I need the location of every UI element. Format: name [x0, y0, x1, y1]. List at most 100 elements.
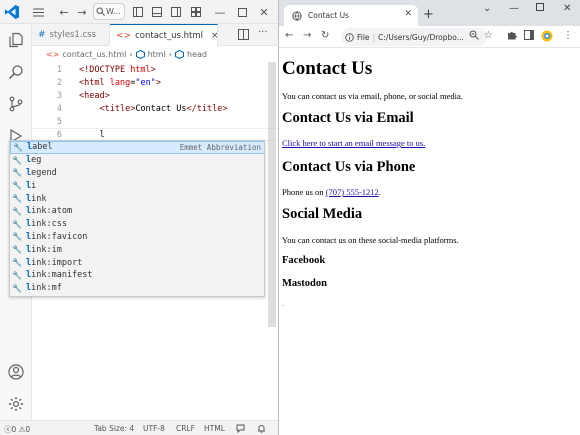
wrench-icon: 🔧	[12, 194, 22, 204]
wrench-icon: 🔧	[13, 142, 23, 152]
eol-status[interactable]: CRLF	[176, 424, 195, 433]
wrench-icon: 🔧	[12, 206, 22, 216]
suggestion-label: link:import	[26, 257, 83, 268]
address-bar[interactable]: File | C:/Users/Guy/Dropbo...	[341, 28, 487, 46]
maximize-icon[interactable]	[234, 4, 250, 20]
code-line[interactable]: 3 <head>	[32, 89, 278, 102]
code-line[interactable]: 4 <title>Contact Us</title>	[32, 102, 278, 115]
split-editor-icon[interactable]	[238, 29, 249, 43]
suggestion-label: link:manifest	[26, 270, 93, 281]
extensions-puzzle-icon[interactable]	[507, 30, 517, 43]
phone-suffix: .	[378, 187, 381, 197]
close-window-icon[interactable]: ✕	[563, 3, 571, 14]
maximize-icon[interactable]	[536, 3, 544, 14]
notifications-bell-icon[interactable]	[257, 424, 266, 435]
facebook-heading: Facebook	[282, 255, 326, 266]
code-text: <head>	[79, 90, 110, 101]
scheme-label: File	[357, 32, 370, 42]
wrench-icon: 🔧	[12, 155, 22, 165]
more-menu-icon[interactable]: ⋮	[563, 30, 573, 41]
back-arrow-icon[interactable]: ←	[56, 4, 72, 20]
settings-gear-icon[interactable]	[6, 394, 26, 414]
search-icon[interactable]	[6, 62, 26, 82]
search-icon	[96, 7, 105, 16]
code-text: <html lang="en">	[79, 77, 161, 88]
close-tab-icon[interactable]: ✕	[404, 9, 412, 19]
suggestion-item[interactable]: 🔧 link:css	[10, 218, 264, 231]
browser-tab-contact-us[interactable]: Contact Us ✕	[284, 5, 418, 26]
errors-status[interactable]: ⓧ0 ⚠0	[4, 424, 30, 435]
breadcrumb-item-head[interactable]: head	[187, 50, 207, 59]
tab-search-icon[interactable]: ⌄	[483, 3, 491, 14]
command-center-search[interactable]: W...	[93, 3, 125, 20]
breadcrumb-sep: ›	[168, 49, 172, 59]
wrench-icon: 🔧	[12, 245, 22, 255]
forward-arrow-icon[interactable]: →	[303, 30, 311, 41]
wrench-icon: 🔧	[12, 232, 22, 242]
line-number: 3	[56, 90, 62, 101]
suggestion-label: li	[26, 180, 37, 191]
layout-secondary-icon[interactable]	[168, 4, 184, 20]
breadcrumb-item-html[interactable]: html	[148, 50, 166, 59]
trailing-dot: .	[282, 298, 285, 308]
breadcrumb-file[interactable]: contact_us.html	[62, 50, 126, 59]
suggestion-item[interactable]: 🔧 link:atom	[10, 205, 264, 218]
suggestion-label: link:im	[26, 244, 62, 255]
line-number: 2	[56, 77, 62, 88]
info-icon	[345, 32, 354, 42]
phone-link[interactable]: (707) 555-1212	[326, 187, 379, 197]
side-panel-icon[interactable]	[524, 30, 534, 43]
browser-tabstrip: Contact Us ✕ + ⌄ — ✕	[279, 0, 580, 26]
suggestion-item[interactable]: 🔧 link	[10, 192, 264, 205]
layout-sidebar-icon[interactable]	[130, 4, 146, 20]
bookmark-star-icon[interactable]: ☆	[484, 30, 493, 41]
minimize-icon[interactable]: —	[212, 4, 228, 20]
back-arrow-icon[interactable]: ←	[285, 30, 293, 41]
suggestion-item[interactable]: 🔧 li	[10, 179, 264, 192]
email-link[interactable]: Click here to start an email message to …	[282, 138, 425, 148]
tab-label: styles1.css	[49, 30, 96, 40]
tab-size-status[interactable]: Tab Size: 4	[94, 424, 134, 433]
menu-icon[interactable]	[30, 4, 46, 20]
suggestion-item[interactable]: 🔧 link:mf	[10, 282, 264, 295]
source-control-icon[interactable]	[6, 94, 26, 114]
suggestion-item[interactable]: 🔧 leg	[10, 154, 264, 167]
code-line[interactable]: 1 <!DOCTYPE html>	[32, 63, 278, 76]
more-actions-icon[interactable]: ···	[258, 27, 268, 38]
tab-styles1-css[interactable]: # styles1.css	[32, 24, 110, 46]
wrench-icon: 🔧	[12, 181, 22, 191]
wrench-icon: 🔧	[12, 258, 22, 268]
layout-panel-icon[interactable]	[149, 4, 165, 20]
code-line[interactable]: 2 <html lang="en">	[32, 76, 278, 89]
close-window-icon[interactable]: ✕	[256, 4, 272, 20]
forward-arrow-icon[interactable]: →	[74, 4, 90, 20]
reload-icon[interactable]: ↻	[321, 30, 329, 41]
encoding-status[interactable]: UTF-8	[143, 424, 165, 433]
feedback-icon[interactable]	[236, 424, 245, 435]
language-status[interactable]: HTML	[204, 424, 225, 433]
line-number: 5	[56, 116, 62, 127]
profile-avatar[interactable]	[541, 30, 553, 45]
browser-tab-title: Contact Us	[308, 11, 349, 20]
suggestion-item[interactable]: 🔧 link:import	[10, 256, 264, 269]
suggestion-item[interactable]: 🔧 link:manifest	[10, 269, 264, 282]
vscode-logo-icon[interactable]	[4, 4, 20, 20]
new-tab-button[interactable]: +	[423, 7, 434, 22]
breadcrumb-sep: ›	[129, 49, 133, 59]
close-tab-icon[interactable]: ×	[211, 31, 219, 41]
suggestion-item[interactable]: 🔧 link:favicon	[10, 231, 264, 244]
tab-contact-us-html[interactable]: <> contact_us.html ×	[110, 24, 219, 46]
suggestion-item[interactable]: 🔧 link:im	[10, 243, 264, 256]
browser-toolbar: ← → ↻ File | C:/Users/Guy/Dropbo... ☆ ⋮	[279, 26, 580, 48]
code-line[interactable]: 5	[32, 115, 278, 128]
zoom-icon[interactable]	[469, 30, 479, 43]
css-file-icon: #	[38, 30, 46, 40]
suggestion-item[interactable]: 🔧 legend	[10, 167, 264, 180]
editor-scrollbar[interactable]	[268, 62, 276, 327]
customize-layout-icon[interactable]	[188, 4, 204, 20]
account-icon[interactable]	[6, 362, 26, 382]
minimize-icon[interactable]: —	[509, 3, 519, 14]
suggestion-item[interactable]: 🔧 label Emmet Abbreviation	[10, 141, 264, 154]
suggestion-label: link	[26, 193, 47, 204]
explorer-icon[interactable]	[6, 30, 26, 50]
